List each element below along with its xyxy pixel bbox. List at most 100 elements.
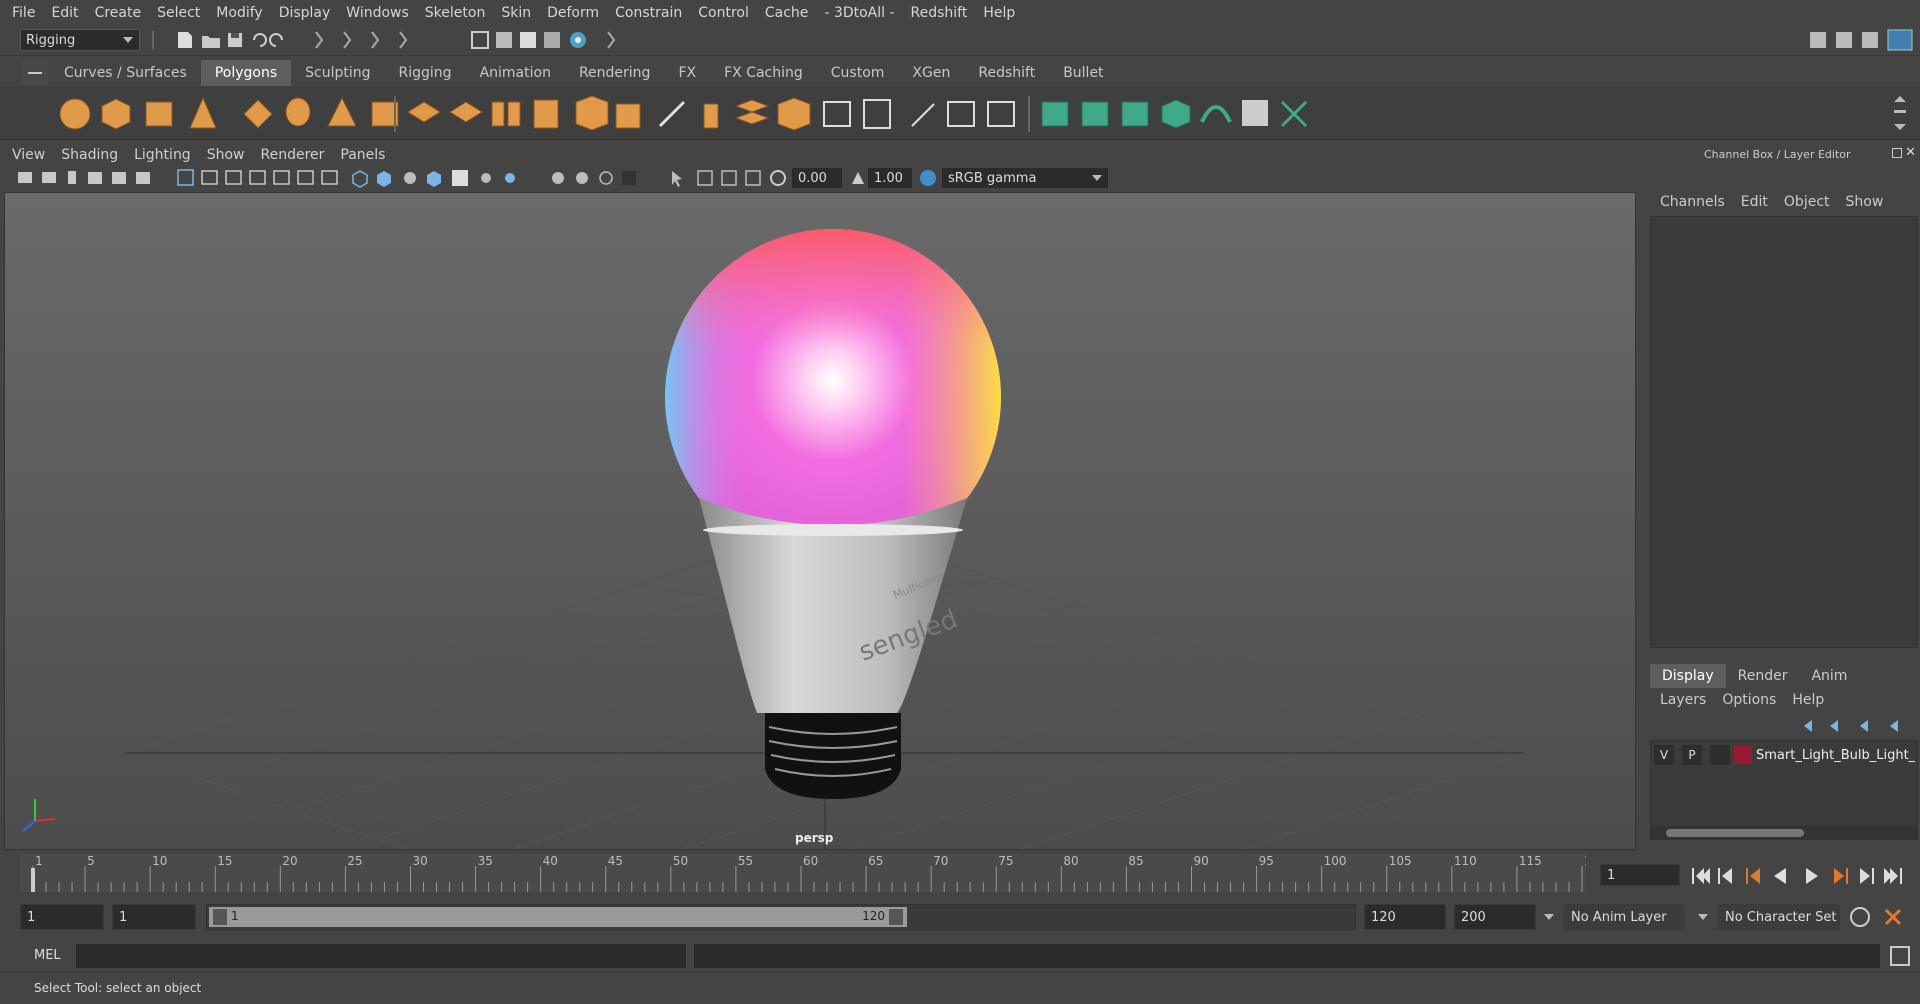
tab-display[interactable]: Display [1650, 664, 1726, 688]
layer-menu-help[interactable]: Help [1784, 692, 1832, 708]
layer-display-type[interactable] [1710, 745, 1730, 765]
tab-bullet[interactable]: Bullet [1049, 60, 1117, 86]
anim-layer-dropdown[interactable]: No Anim Layer [1564, 904, 1684, 930]
3d-viewport[interactable]: sengled Multicolor persp [4, 192, 1636, 850]
timeline-tick-label: 60 [803, 854, 818, 868]
exposure-field[interactable]: 0.00 [792, 168, 842, 188]
tab-sculpting[interactable]: Sculpting [291, 60, 384, 86]
polygon-shelf-icons [59, 95, 1308, 132]
color-management-icon[interactable] [918, 168, 938, 188]
menu-file[interactable]: File [4, 5, 43, 21]
layer-row[interactable]: V P Smart_Light_Bulb_Light_ [1654, 744, 1916, 766]
panel-menu-panels[interactable]: Panels [332, 147, 393, 163]
command-language-label[interactable]: MEL [34, 948, 61, 963]
tab-rigging[interactable]: Rigging [385, 60, 466, 86]
command-input[interactable] [76, 944, 686, 968]
gamma-field[interactable]: 1.00 [868, 168, 912, 188]
playback-start-field[interactable]: 1 [112, 904, 196, 930]
menu-set-dropdown[interactable]: Rigging [20, 29, 140, 51]
timeline-tick-label: 45 [608, 854, 623, 868]
menu-modify[interactable]: Modify [208, 5, 270, 21]
gamma-icon[interactable] [848, 168, 868, 188]
range-slider-bar[interactable]: 1 120 [209, 907, 907, 927]
panel-float-icon[interactable] [1892, 148, 1902, 158]
menu-cache[interactable]: Cache [757, 5, 817, 21]
menu-edit[interactable]: Edit [43, 5, 86, 21]
script-editor-icon[interactable] [1890, 946, 1910, 966]
planar-map-icon [1081, 101, 1109, 127]
menu-windows[interactable]: Windows [338, 5, 417, 21]
extrude-icon [615, 103, 641, 129]
panel-menu-lighting[interactable]: Lighting [126, 147, 199, 163]
panel-menu-shading[interactable]: Shading [53, 147, 126, 163]
current-frame-field[interactable]: 1 [1600, 864, 1680, 886]
character-set-dropdown[interactable]: No Character Set [1718, 904, 1840, 930]
menu-deform[interactable]: Deform [539, 5, 607, 21]
menu-select[interactable]: Select [149, 5, 208, 21]
range-slider-handle-left[interactable] [213, 909, 227, 925]
depth-of-field-icon [622, 171, 636, 185]
exposure-icon[interactable] [768, 168, 788, 188]
layer-scrollbar[interactable] [1650, 826, 1918, 840]
menu-redshift[interactable]: Redshift [903, 5, 976, 21]
auto-key-icon [1850, 907, 1870, 927]
poly-sphere-icon [59, 98, 91, 130]
time-slider[interactable]: 1 5 10 15 20 25 30 35 40 45 50 55 60 65 70 75 80 85 90 95 10… [20, 854, 1607, 892]
color-space-dropdown[interactable]: sRGB gamma [942, 168, 1108, 188]
playback-end-field[interactable]: 120 [1364, 904, 1446, 930]
layer-menu-layers[interactable]: Layers [1652, 692, 1714, 708]
tab-fx[interactable]: FX [664, 60, 710, 86]
channel-menu-channels[interactable]: Channels [1652, 194, 1733, 210]
timeline-tick-label: 35 [478, 854, 493, 868]
channel-menu-object[interactable]: Object [1776, 194, 1838, 210]
menu-create[interactable]: Create [87, 5, 150, 21]
scrollbar-thumb[interactable] [1666, 829, 1804, 837]
tab-anim[interactable]: Anim [1799, 664, 1859, 688]
range-slider-track[interactable]: 1 120 [206, 904, 1356, 930]
end-time-field[interactable]: 200 [1454, 904, 1536, 930]
chevron-down-icon[interactable] [1698, 914, 1708, 920]
start-time-field[interactable]: 1 [20, 904, 104, 930]
command-result-field [694, 944, 1880, 968]
channel-menu-show[interactable]: Show [1838, 194, 1892, 210]
range-slider-handle-right[interactable] [889, 909, 903, 925]
separate-icon [449, 101, 483, 123]
layer-playback-toggle[interactable]: P [1682, 745, 1702, 765]
layer-visibility-toggle[interactable]: V [1654, 745, 1674, 765]
tab-custom[interactable]: Custom [817, 60, 899, 86]
menu-skeleton[interactable]: Skeleton [417, 5, 494, 21]
tab-rendering[interactable]: Rendering [565, 60, 665, 86]
menu-display[interactable]: Display [271, 5, 339, 21]
menu-help[interactable]: Help [975, 5, 1023, 21]
menu-constrain[interactable]: Constrain [607, 5, 690, 21]
menu-skin[interactable]: Skin [493, 5, 539, 21]
tab-render[interactable]: Render [1726, 664, 1800, 688]
time-slider-ticks: 1 5 10 15 20 25 30 35 40 45 50 55 60 65 70 75 80 85 90 95 10… [31, 854, 1607, 892]
layer-name[interactable]: Smart_Light_Bulb_Light_ [1756, 748, 1915, 763]
menu-3dtoall[interactable]: - 3DtoAll - [816, 5, 902, 21]
uv-editor-icon [1041, 101, 1069, 127]
panel-menu-show[interactable]: Show [199, 147, 253, 163]
layer-menu-options[interactable]: Options [1714, 692, 1784, 708]
layer-editor-tabs: Display Render Anim [1650, 664, 1859, 688]
render-view-icon [471, 31, 489, 49]
channel-menu-edit[interactable]: Edit [1733, 194, 1776, 210]
open-scene-icon [202, 36, 220, 48]
menu-control[interactable]: Control [690, 5, 757, 21]
xray-joints-icon [721, 170, 737, 186]
tab-polygons[interactable]: Polygons [200, 60, 292, 86]
tab-xgen[interactable]: XGen [898, 60, 964, 86]
panel-menu-renderer[interactable]: Renderer [252, 147, 332, 163]
chevron-down-icon[interactable] [1544, 914, 1554, 920]
smooth-icon [533, 99, 559, 129]
shelf-menu-icon[interactable] [28, 72, 42, 74]
shelf-scroll[interactable] [1890, 92, 1910, 136]
close-icon[interactable]: ✕ [1905, 145, 1916, 160]
tab-fx-caching[interactable]: FX Caching [710, 60, 817, 86]
tab-redshift[interactable]: Redshift [964, 60, 1049, 86]
layer-color-swatch[interactable] [1734, 746, 1752, 764]
tab-curves-surfaces[interactable]: Curves / Surfaces [50, 60, 201, 86]
slide-edge-icon [947, 101, 975, 127]
tab-animation[interactable]: Animation [466, 60, 565, 86]
panel-menu-view[interactable]: View [4, 147, 53, 163]
